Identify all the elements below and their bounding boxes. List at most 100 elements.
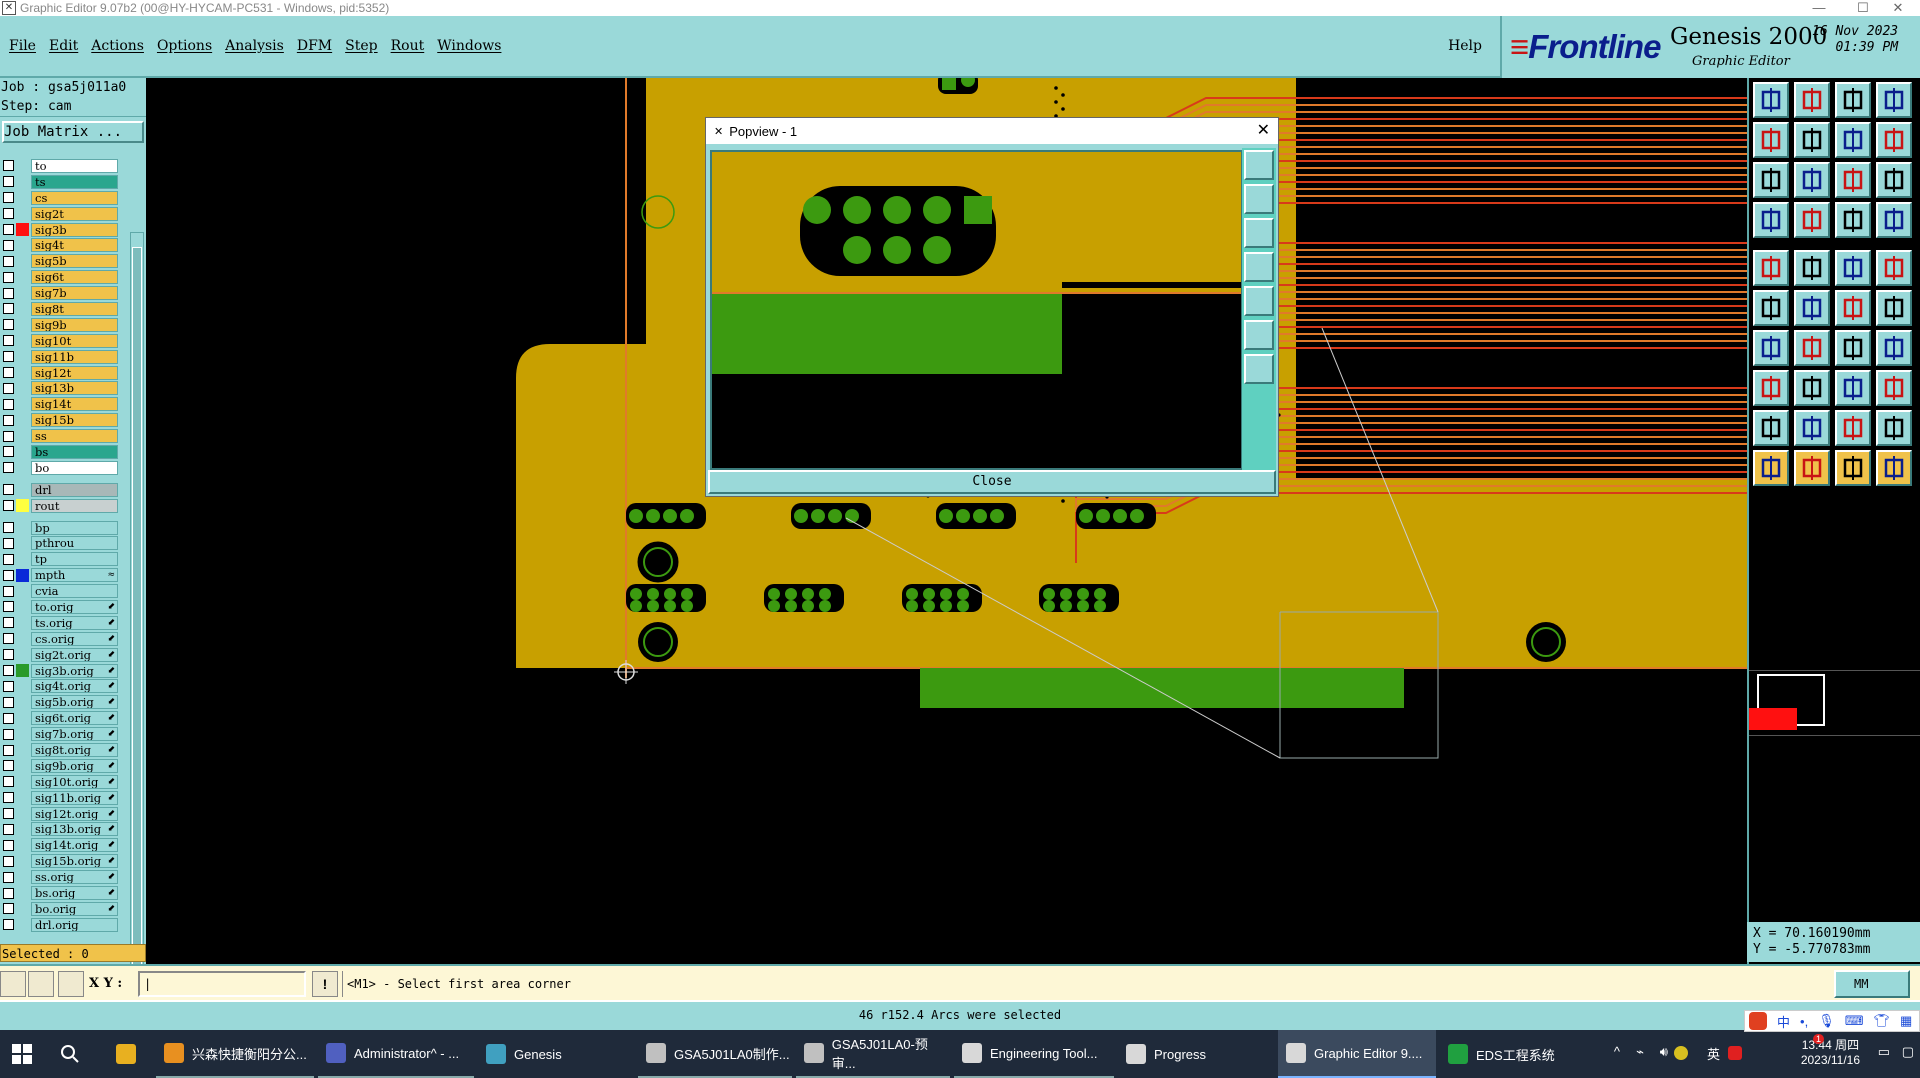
add-button[interactable]	[1876, 290, 1912, 326]
search-button[interactable]	[52, 1030, 96, 1078]
layer-name[interactable]: sig7b	[31, 286, 118, 301]
layer-checkbox[interactable]	[3, 569, 14, 581]
layer-name[interactable]: drl.orig	[31, 917, 118, 932]
layer-row[interactable]: sig5b.orig ⬋	[0, 694, 118, 710]
layer-row[interactable]: sig15b	[0, 412, 118, 428]
pointer-select-button[interactable]	[1794, 450, 1830, 486]
popview-zoom-out-button[interactable]	[1244, 218, 1274, 248]
layer-name[interactable]: sig14t.orig ⬋	[31, 838, 118, 853]
taskbar-item[interactable]: GSA5J01LA0-预审...	[796, 1030, 950, 1078]
scale-button[interactable]	[1835, 162, 1871, 198]
layer-name[interactable]: sig9b	[31, 317, 118, 332]
layer-checkbox[interactable]	[3, 522, 14, 534]
snap-button[interactable]	[1876, 122, 1912, 158]
layer-checkbox[interactable]	[3, 585, 14, 597]
layer-name[interactable]: ts.orig ⬋	[31, 615, 118, 630]
zoom-fit-button[interactable]	[1794, 162, 1830, 198]
layer-name[interactable]: sig6t.orig ⬋	[31, 711, 118, 726]
pin-button[interactable]	[1753, 370, 1789, 406]
layer-checkbox[interactable]	[3, 271, 14, 283]
ime-indicator[interactable]: 英	[1707, 1044, 1720, 1063]
layer-name[interactable]: sig12t	[31, 365, 118, 380]
layer-row[interactable]: sig8t	[0, 301, 118, 317]
layer-row[interactable]: sig11b.orig ⬋	[0, 790, 118, 806]
layer-name[interactable]: cs.orig ⬋	[31, 631, 118, 646]
layer-checkbox[interactable]	[3, 303, 14, 315]
layer-row[interactable]: bo.orig ⬋	[0, 901, 118, 917]
layer-scrollbar[interactable]	[130, 232, 144, 1012]
layer-row[interactable]: sig14t	[0, 396, 118, 412]
layer-name[interactable]: sig2t.orig ⬋	[31, 647, 118, 662]
layer-row[interactable]: sig8t.orig ⬋	[0, 742, 118, 758]
layer-name[interactable]: sig11b.orig ⬋	[31, 790, 118, 805]
layer-name[interactable]: sig8t	[31, 301, 118, 316]
layer-name[interactable]: sig2t	[31, 206, 118, 221]
layer-name[interactable]: pthrou	[31, 536, 118, 551]
layer-checkbox[interactable]	[3, 871, 14, 883]
taskbar-item[interactable]: Progress	[1118, 1030, 1274, 1078]
layer-row[interactable]: cs.orig ⬋	[0, 631, 118, 647]
layer-checkbox[interactable]	[3, 649, 14, 661]
menu-help[interactable]: Help	[1448, 38, 1482, 54]
layer-row[interactable]: mpth ≈	[0, 567, 118, 583]
layer-checkbox[interactable]	[3, 430, 14, 442]
layer-checkbox[interactable]	[3, 367, 14, 379]
layer-checkbox[interactable]	[3, 192, 14, 204]
layer-checkbox[interactable]	[3, 760, 14, 772]
layer-row[interactable]: cs	[0, 190, 118, 206]
start-button[interactable]	[4, 1030, 44, 1078]
taskbar-item[interactable]: Administrator^ - ...	[318, 1030, 474, 1078]
layer-checkbox[interactable]	[3, 319, 14, 331]
layer-name[interactable]: bs	[31, 444, 118, 459]
job-matrix-button[interactable]: Job Matrix ...	[2, 121, 144, 143]
popview-zoom-in-button[interactable]	[1244, 184, 1274, 214]
scrollbar-thumb[interactable]	[132, 247, 142, 997]
layer-row[interactable]: sig13b	[0, 380, 118, 396]
measure-button[interactable]	[1753, 202, 1789, 238]
measure-mode-button[interactable]	[28, 971, 54, 997]
triangle-button[interactable]	[1753, 410, 1789, 446]
menu-windows[interactable]: Windows	[437, 38, 501, 54]
layer-row[interactable]: sig11b	[0, 349, 118, 365]
ruler-button[interactable]	[1876, 202, 1912, 238]
layer-name[interactable]: cvia	[31, 584, 118, 599]
clock[interactable]: 13:44 周四 2023/11/16	[1801, 1036, 1860, 1067]
layer-name[interactable]: to	[31, 158, 118, 173]
layer-row[interactable]: pthrou	[0, 535, 118, 551]
layer-checkbox[interactable]	[3, 382, 14, 394]
layer-name[interactable]: sig15b.orig ⬋	[31, 854, 118, 869]
ime-punct-icon[interactable]: •,	[1800, 1014, 1808, 1029]
layer-name[interactable]: sig11b	[31, 349, 118, 364]
line-button[interactable]	[1794, 250, 1830, 286]
menu-analysis[interactable]: Analysis	[225, 38, 284, 54]
show-desktop-icon[interactable]: ▭	[1878, 1044, 1890, 1060]
layer-checkbox[interactable]	[3, 792, 14, 804]
layer-name[interactable]: sig14t	[31, 397, 118, 412]
snap-point-button[interactable]	[1794, 202, 1830, 238]
layer-row[interactable]: sig7b	[0, 285, 118, 301]
layer-checkbox[interactable]	[3, 887, 14, 899]
layer-row[interactable]: sig7b.orig ⬋	[0, 726, 118, 742]
layer-name[interactable]: sig8t.orig ⬋	[31, 743, 118, 757]
layer-checkbox[interactable]	[3, 919, 14, 931]
layer-row[interactable]: cvia	[0, 583, 118, 599]
layer-name[interactable]: sig3b	[31, 222, 118, 237]
layer-name[interactable]: cs	[31, 190, 118, 205]
move-button[interactable]	[1835, 290, 1871, 326]
grid-mode-button[interactable]	[58, 971, 84, 997]
layer-row[interactable]: tp	[0, 551, 118, 567]
layer-row[interactable]: bo	[0, 460, 118, 476]
layer-checkbox[interactable]	[3, 176, 14, 188]
select-button[interactable]	[1753, 250, 1789, 286]
layer-name[interactable]: sig6t	[31, 270, 118, 285]
zoom-window-button[interactable]	[1753, 162, 1789, 198]
layer-checkbox[interactable]	[3, 665, 14, 677]
layer-name[interactable]: bs.orig ⬋	[31, 886, 118, 901]
popview-viewport[interactable]	[710, 150, 1243, 470]
layer-row[interactable]: sig12t	[0, 365, 118, 381]
layer-row[interactable]: rout	[0, 498, 118, 514]
layer-checkbox[interactable]	[3, 462, 14, 474]
minimize-button[interactable]: —	[1797, 0, 1841, 16]
layer-checkbox[interactable]	[3, 696, 14, 708]
layer-row[interactable]: to	[0, 158, 118, 174]
